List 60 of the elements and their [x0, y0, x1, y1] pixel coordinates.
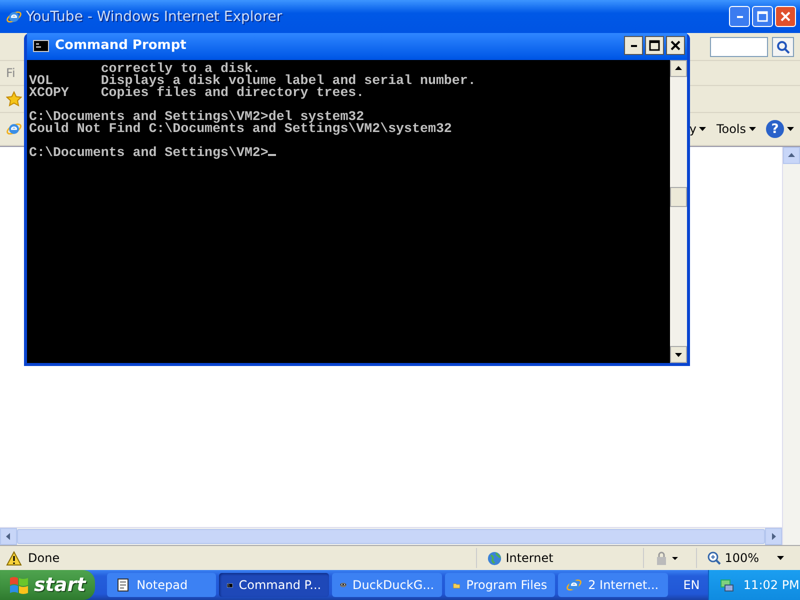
zone-label: Internet — [506, 551, 554, 565]
window-title: Command Prompt — [55, 38, 188, 53]
close-icon — [670, 40, 681, 51]
minimize-icon — [736, 16, 742, 18]
network-icon[interactable] — [719, 577, 736, 593]
minimize-button[interactable] — [624, 36, 643, 55]
globe-icon — [486, 550, 502, 566]
scroll-down-icon — [674, 350, 683, 359]
console-line: Could Not Find C:\Documents and Settings\VM2\system32 — [29, 123, 453, 135]
star-icon[interactable] — [6, 91, 22, 107]
ie-icon — [6, 8, 22, 24]
console-line: C:\Documents and Settings\VM2>del system32 — [29, 111, 364, 123]
language-indicator[interactable]: EN — [674, 578, 708, 592]
horizontal-scrollbar[interactable] — [0, 527, 782, 545]
scroll-left-icon — [4, 532, 13, 541]
ie-icon — [566, 577, 582, 593]
ie-icon — [6, 121, 22, 137]
taskbar-button[interactable]: Notepad — [106, 573, 216, 597]
menu-item[interactable]: Fi — [6, 66, 16, 80]
flag-icon — [10, 576, 28, 594]
zoom-control[interactable]: 100% — [696, 548, 794, 568]
caret-icon — [749, 127, 756, 131]
close-button[interactable] — [666, 36, 685, 55]
clock: 11:02 PM — [743, 578, 800, 592]
taskbar-button[interactable]: Command P... — [219, 573, 330, 597]
console-line: VOL Displays a disk volume label and serial number. — [29, 75, 477, 87]
scroll-right-icon — [769, 532, 778, 541]
console-line: C:\Documents and Settings\VM2> — [29, 147, 668, 159]
console-icon — [33, 40, 49, 52]
scroll-thumb[interactable] — [670, 187, 687, 207]
taskbar-button[interactable]: Program Files — [445, 573, 556, 597]
zoom-icon — [706, 551, 721, 565]
animal-icon — [340, 580, 347, 590]
caret-icon — [699, 127, 706, 131]
caret-icon — [777, 556, 784, 560]
maximize-icon — [649, 40, 660, 51]
maximize-icon — [757, 11, 768, 22]
console-line: correctly to a disk. — [100, 63, 260, 75]
vertical-scrollbar[interactable] — [782, 147, 800, 545]
taskbar-button[interactable]: 2 Internet... — [558, 573, 668, 597]
vertical-scrollbar[interactable] — [670, 60, 687, 363]
start-button[interactable]: start — [0, 570, 95, 600]
taskbar-button[interactable]: DuckDuckG... — [332, 573, 442, 597]
close-icon — [780, 11, 791, 22]
console-line: XCOPY Copies files and directory trees. — [29, 87, 366, 99]
scroll-up-icon — [674, 64, 683, 73]
caret-icon — [787, 127, 794, 131]
toolbar-menu[interactable]: y — [689, 122, 706, 136]
warning-icon — [6, 550, 22, 566]
minimize-icon — [630, 44, 636, 46]
toolbar-menu[interactable]: Tools — [716, 122, 756, 136]
scroll-up-icon — [787, 151, 796, 160]
search-button[interactable] — [772, 36, 794, 56]
maximize-button[interactable] — [645, 36, 664, 55]
text-cursor — [268, 154, 276, 156]
window-title: YouTube - Windows Internet Explorer — [26, 8, 284, 24]
search-field[interactable] — [710, 36, 768, 56]
notepad-icon — [114, 577, 131, 593]
status-text: Done — [28, 551, 60, 565]
scroll-thumb[interactable] — [17, 529, 765, 544]
